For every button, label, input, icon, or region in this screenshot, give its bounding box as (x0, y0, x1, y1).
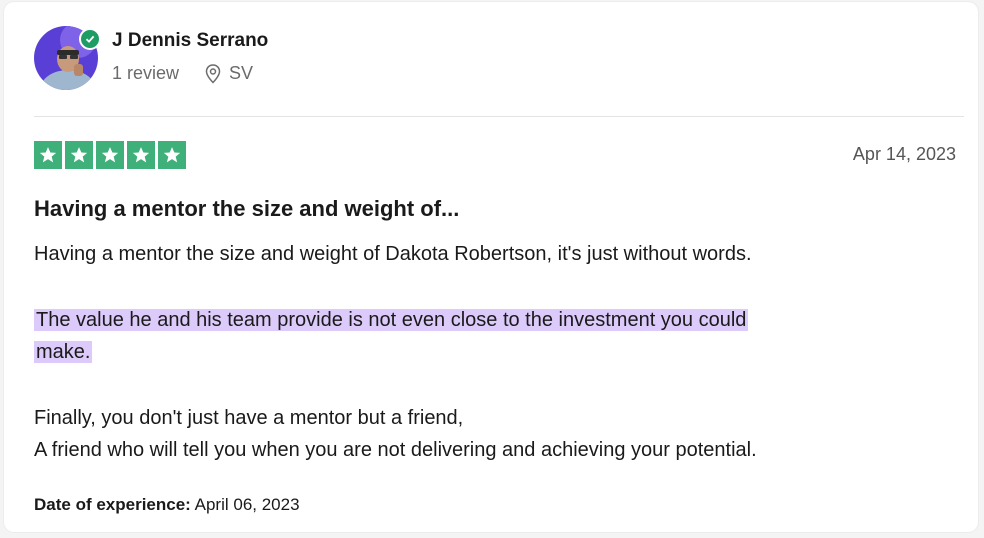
reviewer-meta: 1 review SV (112, 63, 253, 84)
star-rating (34, 141, 186, 169)
star-icon (34, 141, 62, 169)
review-paragraph: Having a mentor the size and weight of D… (34, 243, 752, 265)
date-of-experience: Date of experience: April 06, 2023 (34, 495, 300, 515)
review-line: Finally, you don't just have a mentor bu… (34, 407, 464, 429)
reviewer-location: SV (229, 63, 254, 83)
review-line: A friend who will tell you when you are … (34, 439, 757, 461)
review-card: J Dennis Serrano 1 review SV Apr 14, 202… (4, 2, 978, 532)
review-date: Apr 14, 2023 (852, 144, 956, 164)
highlight-line: The value he and his team provide is not… (34, 309, 749, 331)
review-count: 1 review (112, 63, 180, 83)
star-icon (127, 141, 155, 169)
highlight-line: make. (34, 341, 93, 363)
verified-check-icon (79, 28, 101, 50)
divider (34, 116, 964, 117)
location-pin-icon (205, 63, 221, 84)
star-icon (158, 141, 186, 169)
review-paragraph: Finally, you don't just have a mentor bu… (34, 402, 934, 466)
review-title[interactable]: Having a mentor the size and weight of..… (34, 196, 459, 222)
experience-label: Date of experience: (34, 495, 191, 514)
review-body: Having a mentor the size and weight of D… (34, 238, 934, 466)
reviewer-name[interactable]: J Dennis Serrano (112, 30, 268, 52)
star-icon (96, 141, 124, 169)
experience-date: April 06, 2023 (194, 495, 300, 514)
highlighted-paragraph: The value he and his team provide is not… (34, 304, 934, 368)
star-icon (65, 141, 93, 169)
